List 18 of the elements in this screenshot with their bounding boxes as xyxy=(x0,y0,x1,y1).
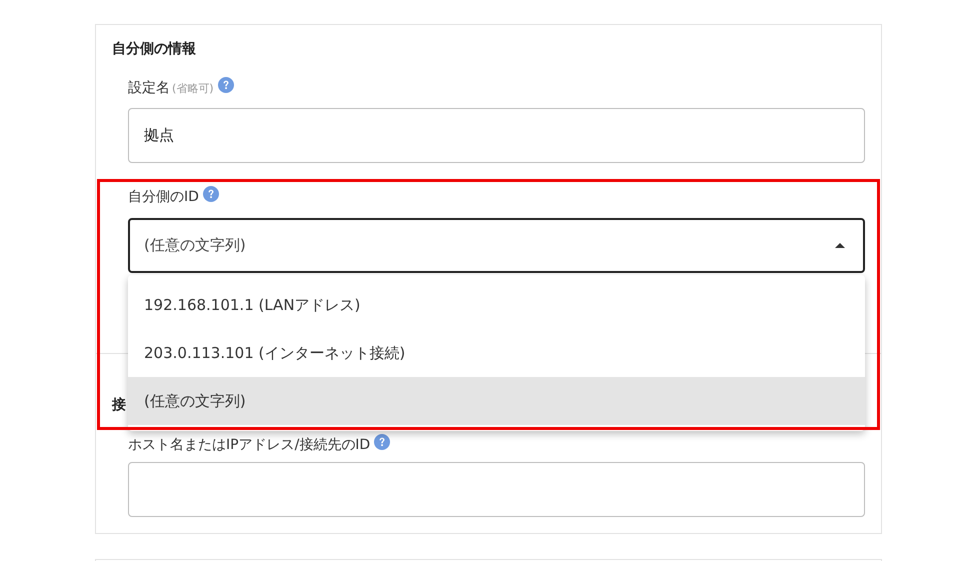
select-field[interactable]: (任意の文字列) xyxy=(128,218,865,273)
field-label: 自分側のID xyxy=(128,188,199,206)
optional-note: (省略可) xyxy=(172,80,214,96)
input-field[interactable] xyxy=(128,462,865,517)
caret-icon xyxy=(835,243,845,248)
dropdown-option[interactable]: (任意の文字列) xyxy=(128,377,865,425)
dropdown-option[interactable]: 192.168.101.1 (LANアドレス) xyxy=(128,281,865,329)
help-icon[interactable] xyxy=(218,77,234,93)
field-label: 設定名 xyxy=(128,79,170,97)
field-value: 拠点 xyxy=(144,126,174,145)
help-icon[interactable] xyxy=(374,434,390,450)
field-label: ホスト名またはIPアドレス/接続先のID xyxy=(128,436,370,454)
section-heading: 接 xyxy=(112,396,126,415)
help-icon[interactable] xyxy=(202,186,219,202)
section-heading: 自分側の情報 xyxy=(112,40,196,59)
field-value: (任意の文字列) xyxy=(144,236,246,255)
dropdown-option[interactable]: 203.0.113.101 (インターネット接続) xyxy=(128,329,865,377)
input-field[interactable]: 拠点 xyxy=(128,108,865,163)
